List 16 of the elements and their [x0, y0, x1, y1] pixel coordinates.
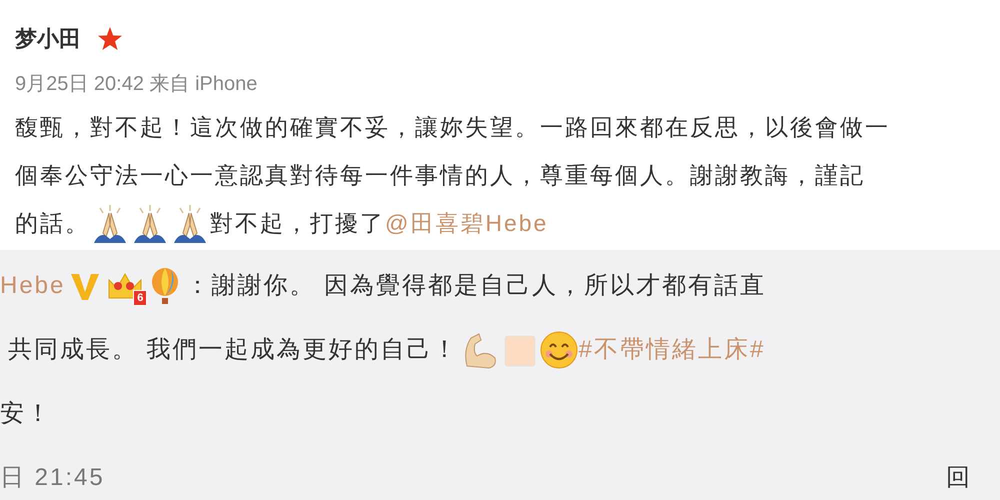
smiley-icon — [538, 330, 579, 370]
link-text[interactable]: @田喜碧Hebe — [385, 206, 548, 240]
link-text[interactable]: Hebe — [0, 268, 66, 304]
reply-time: 日 21:45 — [0, 463, 105, 493]
body-text: 個奉公守法一心一意認真對待每一件事情的人，尊重每個人。謝謝教誨，謹記 — [15, 160, 865, 190]
reply-link[interactable]: 回 — [946, 460, 972, 496]
body-text: 馥甄，對不起！這次做的確實不妥，讓妳失望。一路回來都在反思，以後會做一 — [15, 112, 890, 142]
link-text[interactable]: #不帶情緒上床# — [578, 332, 766, 368]
author-name[interactable]: 梦小田 — [15, 22, 81, 55]
post-meta: 9月25日 20:42 来自 iPhone — [15, 72, 258, 97]
body-text: ：謝謝你。 因為覺得都是自己人，所以才都有話直 — [185, 271, 766, 301]
body-text: 共同成長。 我們一起成為更好的自己！ — [8, 335, 459, 365]
star-icon — [97, 26, 123, 52]
body-text: 對不起，打擾了 — [210, 208, 385, 238]
body-text: 安！ — [0, 399, 52, 429]
body-text: 的話。 — [15, 208, 90, 238]
